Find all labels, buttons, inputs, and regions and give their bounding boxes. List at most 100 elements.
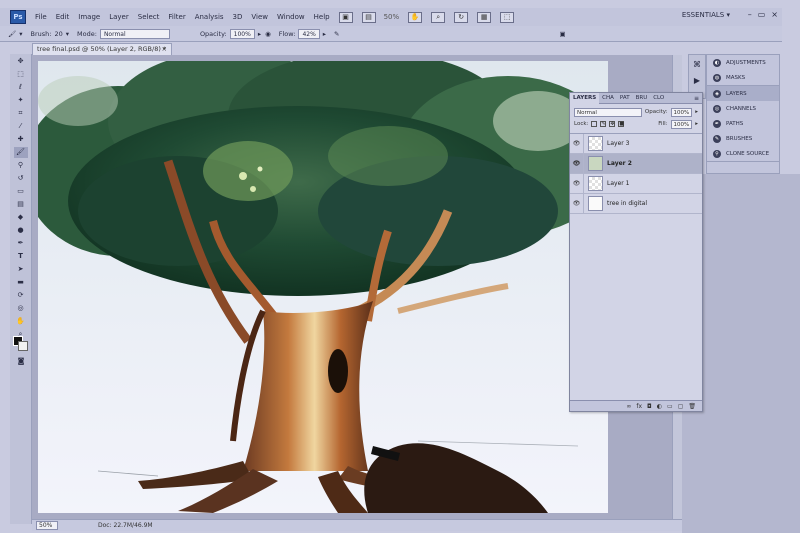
- shape-tool-icon[interactable]: ▬: [14, 277, 28, 288]
- blend-mode-select[interactable]: Normal: [574, 107, 642, 117]
- menu-view[interactable]: View: [251, 13, 268, 21]
- marquee-tool-icon[interactable]: ⬚: [14, 69, 28, 80]
- visibility-eye-icon[interactable]: 👁: [570, 173, 584, 194]
- paths-panel-button[interactable]: ✒ PATHS: [707, 116, 779, 131]
- document-tab[interactable]: tree final.psd @ 50% (Layer 2, RGB/8) * …: [32, 43, 172, 55]
- quick-mask-icon[interactable]: ◙: [14, 356, 28, 367]
- path-selection-tool-icon[interactable]: ➤: [14, 264, 28, 275]
- menu-3d[interactable]: 3D: [233, 13, 243, 21]
- fx-icon[interactable]: fx: [636, 403, 642, 410]
- eyedropper-tool-icon[interactable]: ⁄: [14, 121, 28, 132]
- arrange-documents-icon[interactable]: ▦: [477, 11, 492, 23]
- healing-brush-tool-icon[interactable]: ✚: [14, 134, 28, 145]
- fill-arrow-icon[interactable]: ▸: [695, 121, 698, 127]
- blur-tool-icon[interactable]: ◆: [14, 212, 28, 223]
- type-tool-icon[interactable]: T: [14, 251, 28, 262]
- brushes-panel-button[interactable]: ✎ BRUSHES: [707, 131, 779, 146]
- lock-position-icon[interactable]: ✥: [609, 121, 616, 127]
- flow-field[interactable]: 42%: [298, 28, 320, 39]
- eraser-tool-icon[interactable]: ▭: [14, 186, 28, 197]
- layer-row-layer-2[interactable]: 👁 Layer 2: [570, 153, 702, 174]
- menu-edit[interactable]: Edit: [56, 13, 70, 21]
- hand-tool-icon[interactable]: ✋: [14, 316, 28, 327]
- history-panel-icon[interactable]: ⌘: [691, 59, 703, 71]
- layer-row-layer-1[interactable]: 👁 Layer 1: [570, 173, 702, 194]
- maximize-button[interactable]: ▭: [758, 10, 766, 19]
- pressure-opacity-icon[interactable]: ◉: [265, 30, 271, 38]
- pen-tool-icon[interactable]: ✒: [14, 238, 28, 249]
- crop-tool-icon[interactable]: ⌗: [14, 108, 28, 119]
- tab-brushes[interactable]: BRU: [633, 93, 651, 104]
- tab-clone-source[interactable]: CLO: [650, 93, 667, 104]
- lock-transparency-icon[interactable]: [591, 121, 598, 127]
- close-document-icon[interactable]: ×: [162, 44, 167, 55]
- move-tool-icon[interactable]: ✥: [14, 56, 28, 67]
- group-icon[interactable]: ▭: [667, 403, 673, 410]
- clone-stamp-tool-icon[interactable]: ⚲: [14, 160, 28, 171]
- mode-select[interactable]: Normal: [99, 28, 170, 39]
- clone-source-panel-button[interactable]: ⚲ CLONE SOURCE: [707, 146, 779, 161]
- minimize-button[interactable]: –: [748, 10, 752, 19]
- tool-preset-picker[interactable]: 🖌 ▾: [8, 30, 23, 38]
- lasso-tool-icon[interactable]: ℓ: [14, 82, 28, 93]
- layer-opacity-field[interactable]: 100%: [670, 107, 693, 117]
- brush-tool-icon[interactable]: 🖌: [13, 147, 28, 158]
- layers-panel-button[interactable]: ◈ LAYERS: [707, 86, 779, 101]
- zoom-tool-icon[interactable]: ⌕: [431, 11, 446, 23]
- new-layer-icon[interactable]: ▢: [678, 403, 684, 410]
- menu-image[interactable]: Image: [78, 13, 100, 21]
- brush-picker[interactable]: Brush: 20 ▾: [31, 30, 70, 38]
- menu-file[interactable]: File: [35, 13, 47, 21]
- visibility-eye-icon[interactable]: 👁: [570, 133, 584, 154]
- screen-mode-icon[interactable]: ⬚: [500, 11, 515, 23]
- visibility-eye-icon[interactable]: 👁: [570, 193, 584, 214]
- 3d-rotate-tool-icon[interactable]: ⟳: [14, 290, 28, 301]
- opacity-arrow-icon[interactable]: ▸: [695, 109, 698, 115]
- opacity-field[interactable]: 100%: [229, 28, 255, 39]
- flow-arrow-icon[interactable]: ▸: [323, 30, 326, 38]
- tab-layers[interactable]: LAYERS: [570, 92, 600, 104]
- zoom-level-select[interactable]: 50%: [384, 13, 400, 21]
- channels-panel-button[interactable]: ◎ CHANNELS: [707, 101, 779, 116]
- bridge-icon[interactable]: ▣: [338, 11, 353, 23]
- 3d-orbit-tool-icon[interactable]: ◎: [14, 303, 28, 314]
- layer-row-layer-3[interactable]: 👁 Layer 3: [570, 133, 702, 154]
- panel-menu-icon[interactable]: ≡: [694, 95, 699, 102]
- opacity-arrow-icon[interactable]: ▸: [258, 30, 261, 38]
- airbrush-icon[interactable]: ✎: [334, 30, 339, 38]
- mini-bridge-icon[interactable]: ▤: [361, 11, 376, 23]
- menu-layer[interactable]: Layer: [109, 13, 129, 21]
- status-zoom-field[interactable]: 50%: [36, 521, 58, 530]
- close-button[interactable]: ×: [771, 10, 778, 19]
- link-icon[interactable]: ∞: [626, 403, 631, 410]
- fill-field[interactable]: 100%: [670, 119, 693, 129]
- masks-panel-button[interactable]: ◍ MASKS: [707, 70, 779, 85]
- hand-tool-icon[interactable]: ✋: [408, 11, 423, 23]
- lock-all-icon[interactable]: ■: [618, 121, 625, 127]
- quick-select-tool-icon[interactable]: ✦: [14, 95, 28, 106]
- trash-icon[interactable]: 🗑: [688, 403, 696, 410]
- mask-icon[interactable]: ◘: [647, 403, 652, 410]
- brush-panel-toggle-icon[interactable]: ▣: [560, 30, 566, 38]
- canvas[interactable]: [38, 61, 608, 513]
- layer-row-tree-in-digital[interactable]: 👁 tree in digital: [570, 193, 702, 214]
- tab-channels[interactable]: CHA: [599, 93, 617, 104]
- rotate-view-icon[interactable]: ↻: [454, 11, 469, 23]
- status-doc-size[interactable]: Doc: 22.7M/46.9M: [98, 522, 153, 529]
- menu-help[interactable]: Help: [314, 13, 330, 21]
- menu-filter[interactable]: Filter: [168, 13, 185, 21]
- visibility-eye-icon[interactable]: 👁: [570, 153, 584, 174]
- menu-window[interactable]: Window: [277, 13, 305, 21]
- dodge-tool-icon[interactable]: ●: [14, 225, 28, 236]
- workspace-switcher[interactable]: ESSENTIALS ▾: [682, 11, 730, 19]
- adjustment-icon[interactable]: ◐: [657, 403, 662, 410]
- background-color-swatch[interactable]: [18, 341, 28, 351]
- adjustments-panel-button[interactable]: ◐ ADJUSTMENTS: [707, 55, 779, 70]
- menu-analysis[interactable]: Analysis: [195, 13, 224, 21]
- actions-panel-icon[interactable]: ▶: [691, 75, 703, 87]
- menu-select[interactable]: Select: [138, 13, 160, 21]
- gradient-tool-icon[interactable]: ▤: [14, 199, 28, 210]
- tab-paths[interactable]: PAT: [617, 93, 633, 104]
- lock-pixels-icon[interactable]: ✎: [600, 121, 607, 127]
- history-brush-tool-icon[interactable]: ↺: [14, 173, 28, 184]
